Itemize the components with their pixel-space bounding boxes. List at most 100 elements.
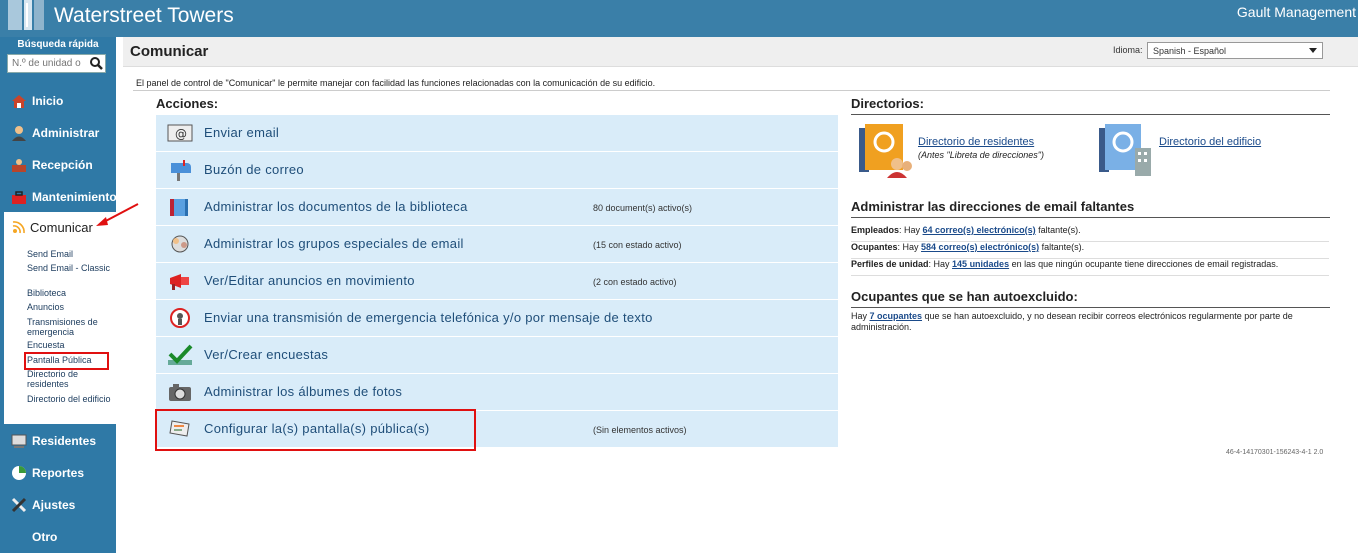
opted-out-text: Hay 7 ocupantes que se han autoexcluido,…: [851, 311, 1329, 333]
megaphone-icon: [170, 274, 189, 290]
opted-out-pre: Hay: [851, 311, 870, 321]
opted-out-title: Ocupantes que se han autoexcluido:: [851, 289, 1078, 304]
company-name[interactable]: Gault Management: [1237, 4, 1356, 20]
library-icon: [170, 199, 188, 216]
svg-text:@: @: [175, 127, 187, 141]
action-status: (15 con estado activo): [593, 240, 682, 250]
action-label: Enviar una transmisión de emergencia tel…: [204, 310, 653, 325]
admin-user-icon: [12, 126, 26, 141]
action-buzon[interactable]: Buzón de correo: [156, 152, 838, 189]
row-post: faltante(s).: [1035, 225, 1081, 235]
nav-administrar[interactable]: Administrar: [0, 120, 116, 146]
mailbox-icon: [171, 160, 191, 181]
nav-label: Recepción: [32, 158, 93, 172]
directories-title: Directorios:: [851, 96, 924, 111]
action-encuestas[interactable]: Ver/Crear encuestas: [156, 337, 838, 374]
sub-directorio-residentes[interactable]: Directorio de residentes: [27, 369, 111, 389]
page-title: Comunicar: [130, 43, 209, 60]
nav-residentes[interactable]: Residentes: [0, 428, 116, 454]
reception-icon: [12, 159, 26, 172]
highlight-configurar-pantalla: [155, 409, 476, 451]
chevron-down-icon: [1309, 48, 1317, 53]
tools-icon: [11, 497, 27, 513]
occupants-missing-link[interactable]: 584 correo(s) electrónico(s): [921, 242, 1039, 252]
actions-title: Acciones:: [156, 96, 219, 111]
nav-label: Inicio: [32, 94, 64, 108]
email-icon: @: [167, 124, 193, 142]
quick-search-input[interactable]: [12, 56, 88, 71]
action-emergencia[interactable]: Enviar una transmisión de emergencia tel…: [156, 300, 838, 337]
action-enviar-email[interactable]: @ Enviar email: [156, 115, 838, 152]
action-label: Administrar los álbumes de fotos: [204, 384, 403, 399]
row-post: en las que ningún ocupante tiene direcci…: [1009, 259, 1279, 269]
row-pre: : Hay: [928, 259, 953, 269]
language-value: Spanish - Español: [1153, 46, 1227, 56]
search-icon[interactable]: [89, 56, 103, 71]
building-directory-link[interactable]: Directorio del edificio: [1159, 136, 1261, 148]
nav-reportes[interactable]: Reportes: [0, 460, 116, 486]
divider: [851, 217, 1330, 218]
nav-label: Otro: [32, 530, 58, 544]
nav-ajustes[interactable]: Ajustes: [0, 492, 116, 518]
action-status: (Sin elementos activos): [593, 425, 687, 435]
camera-icon: [169, 384, 191, 401]
sub-transmisiones[interactable]: Transmisiones de emergencia: [27, 317, 111, 337]
nav-label: Ajustes: [32, 498, 76, 512]
nav-recepcion[interactable]: Recepción: [0, 152, 116, 178]
action-grupos-email[interactable]: Administrar los grupos especiales de ema…: [156, 226, 838, 263]
toolbox-icon: [12, 191, 26, 204]
home-icon: [12, 95, 26, 108]
divider: [851, 307, 1330, 308]
action-anuncios[interactable]: Ver/Editar anuncios en movimiento (2 con…: [156, 263, 838, 300]
row-pre: : Hay: [897, 242, 922, 252]
sub-send-email-classic[interactable]: Send Email - Classic: [27, 263, 111, 273]
top-bar: Waterstreet Towers Gault Management: [0, 0, 1358, 37]
sub-biblioteca[interactable]: Biblioteca: [27, 288, 111, 298]
action-label: Ver/Editar anuncios en movimiento: [204, 273, 415, 288]
version-string: 46-4-14170301-156243-4-1 2.0: [1226, 449, 1324, 456]
units-missing-link[interactable]: 145 unidades: [952, 259, 1009, 269]
nav-inicio[interactable]: Inicio: [0, 88, 116, 114]
action-label: Ver/Crear encuestas: [204, 347, 329, 362]
row-label: Perfiles de unidad: [851, 259, 929, 269]
employees-missing-link[interactable]: 64 correo(s) electrónico(s): [923, 225, 1036, 235]
language-select[interactable]: Spanish - Español: [1147, 42, 1323, 59]
action-status: 80 document(s) activo(s): [593, 203, 693, 213]
action-label: Buzón de correo: [204, 162, 304, 177]
missing-emails-occupants: Ocupantes: Hay 584 correo(s) electrónico…: [851, 242, 1329, 259]
checkmark-icon: [168, 344, 193, 365]
missing-emails-units: Perfiles de unidad: Hay 145 unidades en …: [851, 259, 1329, 276]
action-albumes[interactable]: Administrar los álbumes de fotos: [156, 374, 838, 411]
intro-text: El panel de control de "Comunicar" le pe…: [136, 78, 656, 88]
main-content: Comunicar Idioma: Spanish - Español El p…: [123, 37, 1358, 553]
building-directory-icon[interactable]: [1097, 122, 1155, 178]
divider: [851, 114, 1330, 115]
sidebar: Búsqueda rápida Inicio Administrar Recep…: [0, 37, 117, 553]
residents-directory-icon[interactable]: [857, 122, 915, 178]
missing-emails-title: Administrar las direcciones de email fal…: [851, 199, 1135, 214]
action-label: Enviar email: [204, 125, 280, 140]
app-title: Waterstreet Towers: [54, 4, 234, 27]
quick-search-box: [7, 54, 106, 73]
nav-label: Reportes: [32, 466, 85, 480]
divider: [133, 90, 1330, 91]
action-biblioteca[interactable]: Administrar los documentos de la bibliot…: [156, 189, 838, 226]
residents-icon: [11, 434, 27, 448]
sub-encuesta[interactable]: Encuesta: [27, 340, 111, 350]
sub-directorio-edificio[interactable]: Directorio del edificio: [27, 394, 111, 404]
nav-otro[interactable]: Otro: [0, 524, 116, 550]
sub-send-email[interactable]: Send Email: [27, 249, 111, 259]
page-header: Comunicar Idioma: Spanish - Español: [123, 37, 1358, 67]
nav-label: Comunicar: [30, 220, 93, 235]
broadcast-icon: [12, 221, 25, 234]
quick-search-label: Búsqueda rápida: [17, 39, 99, 50]
row-label: Ocupantes: [851, 242, 898, 252]
sub-anuncios[interactable]: Anuncios: [27, 302, 111, 312]
language-label: Idioma:: [1113, 45, 1143, 55]
highlight-pantalla-publica: [24, 352, 109, 370]
emergency-icon: [170, 308, 190, 328]
action-label: Administrar los grupos especiales de ema…: [204, 236, 464, 251]
nav-label: Residentes: [32, 434, 97, 448]
residents-directory-link[interactable]: Directorio de residentes: [918, 136, 1034, 148]
opted-out-link[interactable]: 7 ocupantes: [870, 311, 923, 321]
